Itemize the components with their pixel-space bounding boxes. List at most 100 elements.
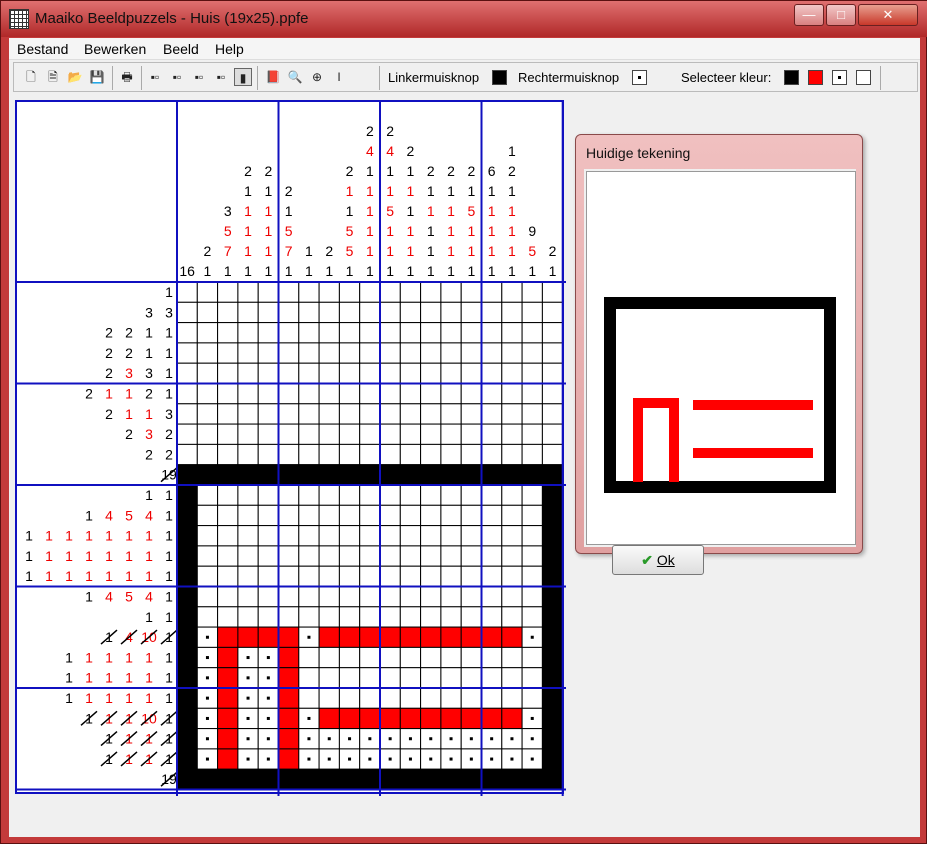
grid-cell [420,687,442,709]
grid-cell [237,342,259,364]
grid-cell [501,525,523,547]
grid-cell [338,646,361,669]
col-clue: 1 [447,263,455,279]
preview-icon[interactable]: 🔍 [286,68,304,86]
layout-4-icon[interactable]: ▪▫ [212,68,230,86]
grid-cell [420,342,442,364]
ok-button[interactable]: ✔ Ok [612,545,704,575]
new-template-icon[interactable]: 🗎 [44,68,62,86]
zoom-icon[interactable]: ⊕ [308,68,326,86]
row-clue: 1 [85,589,93,605]
col-clue: 1 [467,263,475,279]
grid-cell [176,301,198,324]
grid-cell [420,281,442,303]
col-clue: 1 [447,243,455,259]
grid-cell [278,545,300,567]
layout-5-icon[interactable]: ▮ [234,68,252,86]
grid-cell [379,403,401,425]
grid-cell [257,403,279,425]
col-clue: 6 [488,163,496,179]
new-icon[interactable]: 🗋 [22,68,40,86]
grid-cell [278,362,300,385]
title-bar[interactable]: Maaiko Beeldpuzzels - Huis (19x25).ppfe … [1,1,927,37]
grid-cell [420,545,442,567]
grid-cell [399,504,422,527]
row-clue: 1 [145,568,153,584]
grid-cell [379,504,401,527]
col-clue: 2 [508,163,516,179]
grid-cell [521,464,543,486]
row-clue: 3 [145,365,153,381]
text-cursor-icon[interactable]: I [330,68,348,86]
grid-cell [338,301,361,324]
menu-help[interactable]: Help [215,41,244,57]
book-icon[interactable]: 📕 [264,68,282,86]
grid-cell [318,362,340,385]
grid-cell [338,707,361,730]
grid-cell [481,443,503,466]
grid-cell [440,646,462,669]
col-clue: 1 [264,183,272,199]
close-button[interactable]: ✕ [858,4,918,26]
row-clue: 1 [165,507,173,523]
grid-cell [217,728,239,750]
grid-cell [257,626,279,648]
grid-cell [359,667,381,689]
layout-1-icon[interactable]: ▪▫ [146,68,164,86]
menu-beeld[interactable]: Beeld [163,41,199,57]
select-color-label: Selecteer kleur: [681,70,772,85]
row-clue: 1 [125,386,133,402]
cell-dot [408,757,412,761]
grid-cell [338,768,361,791]
grid-cell [379,362,401,385]
right-mouse-color[interactable] [632,70,647,85]
grid-cell [541,423,564,445]
grid-cell [176,484,198,506]
layout-2-icon[interactable]: ▪▫ [168,68,186,86]
grid-cell [420,322,442,344]
grid-cell [420,565,442,588]
grid-cell [379,383,401,405]
col-clue: 2 [427,163,435,179]
row-clue: 1 [165,609,173,625]
color-dot[interactable] [832,70,847,85]
grid-cell [440,362,462,385]
save-icon[interactable]: 💾 [88,68,106,86]
grid-cell [399,768,422,791]
grid-cell [278,342,300,364]
grid-cell [379,646,401,669]
puzzle-grid[interactable]: 1621357121111121111121571112121155124111… [17,102,566,796]
grid-cell [481,687,503,709]
grid-cell [379,281,401,303]
grid-cell [359,565,381,588]
grid-cell [217,687,239,709]
row-clue: 1 [165,528,173,544]
row-clue: 1 [125,406,133,422]
grid-cell [298,586,320,608]
color-black[interactable] [784,70,799,85]
col-clue: 1 [244,203,252,219]
menu-bewerken[interactable]: Bewerken [84,41,146,57]
color-red[interactable] [808,70,823,85]
maximize-button[interactable]: □ [826,4,856,26]
grid-cell [399,322,422,344]
print-icon[interactable]: 🖶 [118,68,136,86]
grid-cell [338,281,361,303]
row-clue: 1 [65,690,73,706]
cell-dot [429,737,433,741]
col-clue: 2 [386,123,394,139]
left-mouse-color[interactable] [492,70,507,85]
open-icon[interactable]: 📂 [66,68,84,86]
cell-dot [388,737,392,741]
layout-3-icon[interactable]: ▪▫ [190,68,208,86]
grid-cell [359,342,381,364]
grid-cell [359,707,381,730]
menu-bestand[interactable]: Bestand [17,41,68,57]
grid-cell [481,606,503,628]
grid-cell [359,545,381,567]
grid-cell [217,464,239,486]
row-clue: 1 [45,548,53,564]
color-white[interactable] [856,70,871,85]
grid-cell [318,687,340,709]
minimize-button[interactable]: — [794,4,824,26]
